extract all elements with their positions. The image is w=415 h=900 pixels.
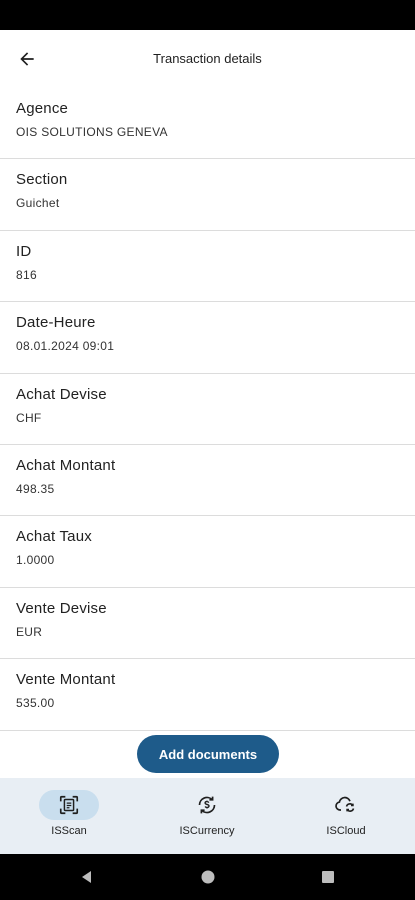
detail-row-vente-devise: Vente Devise EUR	[0, 588, 415, 660]
detail-value: 535.00	[16, 696, 55, 711]
square-recents-icon	[322, 871, 334, 883]
nav-label: ISCurrency	[179, 825, 235, 837]
detail-value: OIS SOLUTIONS GENEVA	[16, 125, 168, 139]
nav-icon-container	[177, 790, 237, 820]
bottom-navigation: ISScan ISCurrency ISCloud	[0, 778, 415, 854]
system-navigation-bar	[0, 854, 415, 900]
detail-label: Achat Montant	[16, 456, 116, 474]
transaction-detail-list: Agence OIS SOLUTIONS GENEVA Section Guic…	[0, 88, 415, 731]
detail-label: Agence	[16, 100, 69, 117]
detail-value: Guichet	[16, 196, 60, 211]
status-bar	[0, 0, 415, 30]
detail-row-date-heure: Date-Heure 08.01.2024 09:01	[0, 302, 415, 374]
nav-label: ISScan	[51, 825, 87, 837]
nav-icon-container	[316, 790, 376, 820]
detail-row-achat-montant: Achat Montant 498.35	[0, 445, 415, 517]
cloud-sync-icon	[335, 796, 355, 812]
detail-value: 08.01.2024 09:01	[16, 339, 115, 354]
detail-row-achat-devise: Achat Devise CHF	[0, 374, 415, 445]
nav-active-indicator	[39, 790, 99, 820]
detail-row-vente-montant: Vente Montant 535.00	[0, 659, 415, 731]
system-recents-button[interactable]	[319, 868, 337, 886]
detail-row-section: Section Guichet	[0, 159, 415, 231]
detail-value: 498.35	[16, 481, 55, 496]
detail-value: 816	[16, 267, 37, 282]
currency-exchange-icon	[198, 796, 216, 814]
detail-row-achat-taux: Achat Taux 1.0000	[0, 516, 415, 588]
detail-row-agence: Agence OIS SOLUTIONS GENEVA	[0, 88, 415, 160]
detail-label: Vente Montant	[16, 671, 116, 689]
detail-label: Vente Devise	[16, 599, 107, 617]
detail-label: Date-Heure	[16, 314, 96, 332]
triangle-back-icon	[82, 871, 91, 883]
nav-item-iscurrency[interactable]: ISCurrency	[138, 778, 276, 854]
detail-label: Section	[16, 171, 68, 189]
detail-value: CHF	[16, 410, 42, 425]
nav-label: ISCloud	[326, 825, 366, 837]
detail-value: 1.0000	[16, 553, 55, 568]
system-home-button[interactable]	[199, 868, 217, 886]
system-back-button[interactable]	[78, 868, 96, 886]
nav-item-iscloud[interactable]: ISCloud	[277, 778, 415, 854]
document-scan-icon	[59, 795, 79, 815]
circle-home-icon	[201, 870, 215, 884]
detail-label: Achat Devise	[16, 385, 107, 403]
detail-row-id: ID 816	[0, 231, 415, 303]
detail-label: Achat Taux	[16, 528, 92, 546]
nav-item-isscan[interactable]: ISScan	[0, 778, 138, 854]
app-bar: Transaction details	[0, 30, 415, 88]
add-documents-button[interactable]: Add documents	[137, 735, 279, 773]
detail-label: ID	[16, 242, 32, 260]
page-title: Transaction details	[153, 51, 262, 66]
detail-value: EUR	[16, 624, 43, 639]
